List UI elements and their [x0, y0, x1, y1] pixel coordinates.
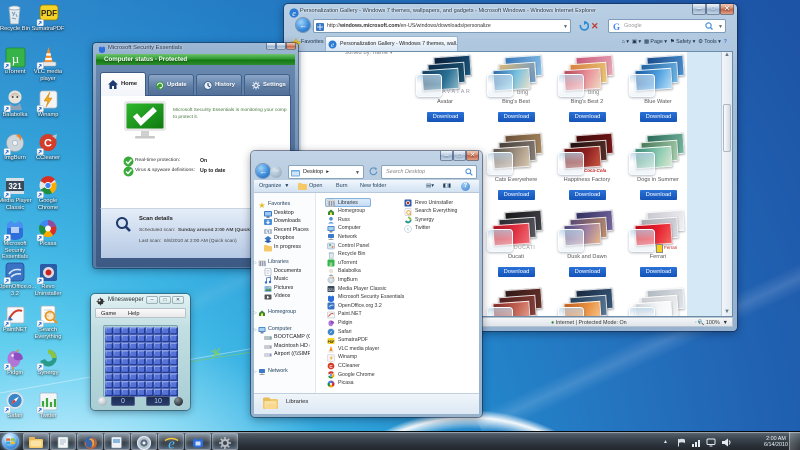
svg-text:PDF: PDF: [328, 339, 335, 343]
svg-text:C: C: [44, 138, 52, 150]
svg-text:★: ★: [258, 201, 265, 209]
svg-text:µ: µ: [329, 262, 333, 268]
svg-text:321: 321: [328, 288, 334, 292]
svg-text:321: 321: [8, 182, 22, 191]
svg-text:G: G: [613, 22, 620, 31]
svg-text:µ: µ: [12, 51, 20, 66]
svg-text:e: e: [331, 41, 334, 49]
svg-text:PDF: PDF: [41, 9, 57, 18]
